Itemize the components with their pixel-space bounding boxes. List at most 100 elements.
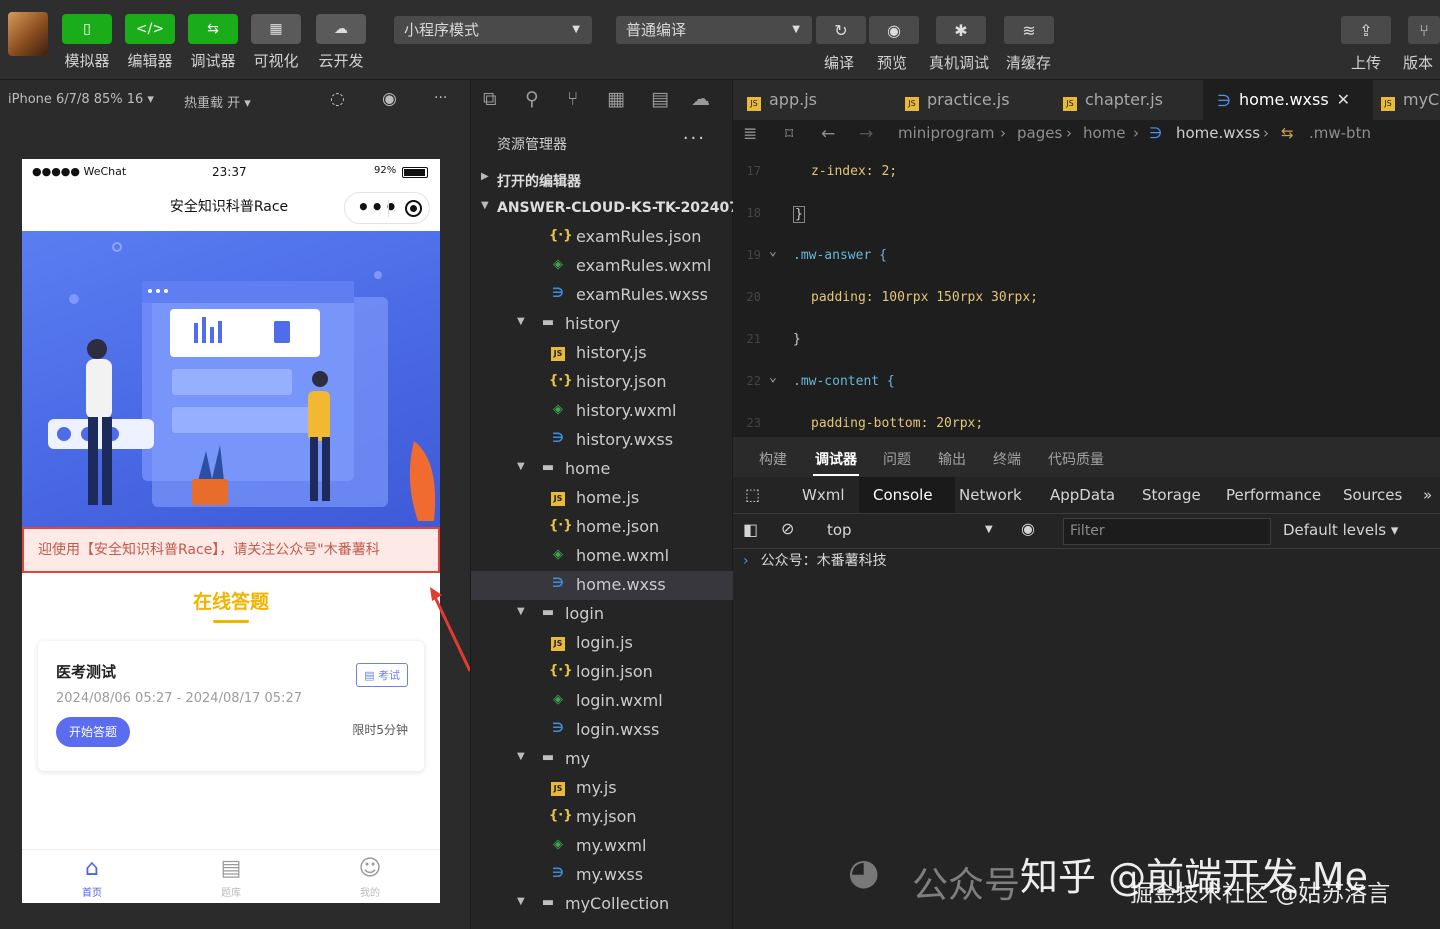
- list-icon[interactable]: ≣: [743, 124, 757, 144]
- tree-file[interactable]: {·} my.json: [471, 803, 733, 832]
- hot-reload-select[interactable]: 热重载 开 ▾: [184, 92, 251, 111]
- preview-button[interactable]: ◉: [869, 16, 919, 44]
- tree-folder[interactable]: ▼ ▬ home: [471, 455, 733, 484]
- tab-network[interactable]: Network: [959, 486, 1022, 504]
- more-icon[interactable]: ···: [683, 128, 706, 149]
- log-levels-select[interactable]: Default levels ▾: [1283, 521, 1398, 539]
- tab-output[interactable]: 输出: [938, 449, 966, 469]
- simulator-button[interactable]: ▯ 模拟器: [62, 14, 112, 80]
- breadcrumb-item[interactable]: .mw-btn: [1309, 124, 1371, 142]
- fold-chevron-icon[interactable]: ⌄: [769, 370, 777, 385]
- version-button[interactable]: ⑂: [1408, 16, 1440, 44]
- project-root[interactable]: ▼ ANSWER-CLOUD-KS-TK-20240727: [471, 194, 759, 223]
- cloud-dev-button[interactable]: ☁ 云开发: [316, 14, 366, 80]
- tab-build[interactable]: 构建: [759, 449, 787, 469]
- tree-file[interactable]: ◈ home.wxml: [471, 542, 733, 571]
- back-arrow-icon[interactable]: ←: [821, 124, 835, 144]
- tree-file[interactable]: {·} login.json: [471, 658, 733, 687]
- code-area[interactable]: 17 z-index: 2; 18 } 19 ⌄ .mw-answer { 20…: [733, 150, 1440, 437]
- tab-storage[interactable]: Storage: [1142, 486, 1201, 504]
- tree-file[interactable]: ∋ examRules.wxss: [471, 281, 733, 310]
- more-tabs-icon[interactable]: »: [1423, 486, 1432, 504]
- tab-console[interactable]: Console: [873, 486, 933, 504]
- tab-terminal[interactable]: 终端: [993, 449, 1021, 469]
- tab-code-quality[interactable]: 代码质量: [1048, 449, 1104, 469]
- user-avatar[interactable]: [8, 12, 48, 56]
- tree-file[interactable]: JS my.js: [471, 774, 733, 803]
- tree-folder[interactable]: ▼ ▬ my: [471, 745, 733, 774]
- filter-input[interactable]: Filter: [1063, 518, 1271, 545]
- sidebar-toggle-icon[interactable]: ◧: [743, 520, 758, 539]
- open-editors-section[interactable]: ▶ 打开的编辑器: [471, 165, 733, 194]
- record-icon[interactable]: ◉: [382, 89, 397, 109]
- tree-file[interactable]: {·} examRules.json: [471, 223, 733, 252]
- breadcrumb-item[interactable]: home.wxss: [1176, 124, 1260, 142]
- more-icon[interactable]: ···: [434, 90, 447, 106]
- tree-file[interactable]: ∋ home.wxss: [471, 571, 733, 600]
- tree-file[interactable]: ◈ history.wxml: [471, 397, 733, 426]
- tree-file[interactable]: ◈ my.wxml: [471, 832, 733, 861]
- context-select[interactable]: top: [827, 521, 852, 539]
- breadcrumb-item[interactable]: pages: [1017, 124, 1062, 142]
- eye-icon[interactable]: ◉: [1021, 519, 1035, 538]
- rotate-icon[interactable]: ◌: [330, 89, 345, 109]
- device-select[interactable]: iPhone 6/7/8 85% 16 ▾: [8, 92, 154, 107]
- compile-button[interactable]: ↻: [816, 16, 866, 44]
- tree-file[interactable]: JS history.js: [471, 339, 733, 368]
- files-icon[interactable]: ⧉: [483, 88, 497, 110]
- tree-folder[interactable]: ▼ ▬ myCollection: [471, 890, 733, 919]
- breadcrumb-item[interactable]: miniprogram: [898, 124, 994, 142]
- tree-file[interactable]: ◈ login.wxml: [471, 687, 733, 716]
- bookmark-icon[interactable]: ⌑: [785, 124, 793, 143]
- outline-icon[interactable]: ▤: [651, 88, 669, 110]
- mode-select[interactable]: 小程序模式 ▼: [394, 16, 592, 44]
- visual-button[interactable]: ▦ 可视化: [251, 14, 301, 80]
- tab-home-wxss[interactable]: ∋ home.wxss ✕: [1203, 80, 1373, 120]
- forward-arrow-icon[interactable]: →: [859, 124, 873, 144]
- tab-mine[interactable]: ☺ 我的: [340, 856, 400, 899]
- tree-file[interactable]: ∋ history.wxss: [471, 426, 733, 455]
- tab-chapter-js[interactable]: JS chapter.js: [1063, 80, 1163, 120]
- inspect-element-icon[interactable]: ⬚: [745, 485, 760, 504]
- chevron-down-icon[interactable]: ▼: [985, 524, 993, 535]
- tree-file[interactable]: ∋ login.wxss: [471, 716, 733, 745]
- tab-debugger[interactable]: 调试器: [815, 449, 857, 469]
- tree-file[interactable]: JS login.js: [471, 629, 733, 658]
- extensions-icon[interactable]: ▦: [607, 88, 625, 110]
- tree-file[interactable]: ∋ my.wxss: [471, 861, 733, 890]
- menu-capsule[interactable]: •••: [344, 192, 430, 224]
- clear-console-icon[interactable]: ⊘: [781, 519, 794, 538]
- tab-myc[interactable]: JS myC: [1381, 80, 1439, 120]
- more-dots-icon[interactable]: •••: [357, 192, 398, 222]
- clear-cache-button[interactable]: ≋: [1004, 16, 1054, 44]
- tab-practice-js[interactable]: JS practice.js: [905, 80, 1010, 120]
- tab-sources[interactable]: Sources: [1343, 486, 1402, 504]
- close-target-icon[interactable]: [405, 200, 422, 217]
- breadcrumb-item[interactable]: home: [1083, 124, 1126, 142]
- tab-problems[interactable]: 问题: [883, 449, 911, 469]
- exam-card[interactable]: 医考测试 2024/08/06 05:27 - 2024/08/17 05:27…: [38, 641, 424, 771]
- cloud-icon[interactable]: ☁: [691, 88, 710, 110]
- remote-debug-button[interactable]: ✱: [936, 16, 986, 44]
- compile-select[interactable]: 普通编译 ▼: [616, 16, 812, 44]
- tab-performance[interactable]: Performance: [1226, 486, 1321, 504]
- editor-button[interactable]: </> 编辑器: [125, 14, 175, 80]
- tab-app-js[interactable]: JS app.js: [747, 80, 817, 120]
- tree-file[interactable]: JS home.js: [471, 484, 733, 513]
- debugger-button[interactable]: ⇆ 调试器: [188, 14, 238, 80]
- fold-chevron-icon[interactable]: ⌄: [769, 244, 777, 259]
- tree-file[interactable]: {·} history.json: [471, 368, 733, 397]
- tree-folder[interactable]: ▼ ▬ login: [471, 600, 733, 629]
- close-icon[interactable]: ✕: [1337, 90, 1350, 109]
- tree-file[interactable]: ◈ examRules.wxml: [471, 252, 733, 281]
- search-icon[interactable]: ⚲: [525, 88, 539, 110]
- tab-wxml[interactable]: Wxml: [802, 486, 845, 504]
- tree-file[interactable]: {·} home.json: [471, 513, 733, 542]
- tab-home[interactable]: ⌂ 首页: [62, 856, 122, 899]
- tab-question-bank[interactable]: ▤ 题库: [201, 856, 261, 899]
- tab-appdata[interactable]: AppData: [1050, 486, 1115, 504]
- tree-folder[interactable]: ▼ ▬ history: [471, 310, 733, 339]
- source-control-icon[interactable]: ⑂: [567, 88, 578, 110]
- upload-button[interactable]: ⇪: [1341, 16, 1391, 44]
- start-exam-button[interactable]: 开始答题: [56, 717, 130, 747]
